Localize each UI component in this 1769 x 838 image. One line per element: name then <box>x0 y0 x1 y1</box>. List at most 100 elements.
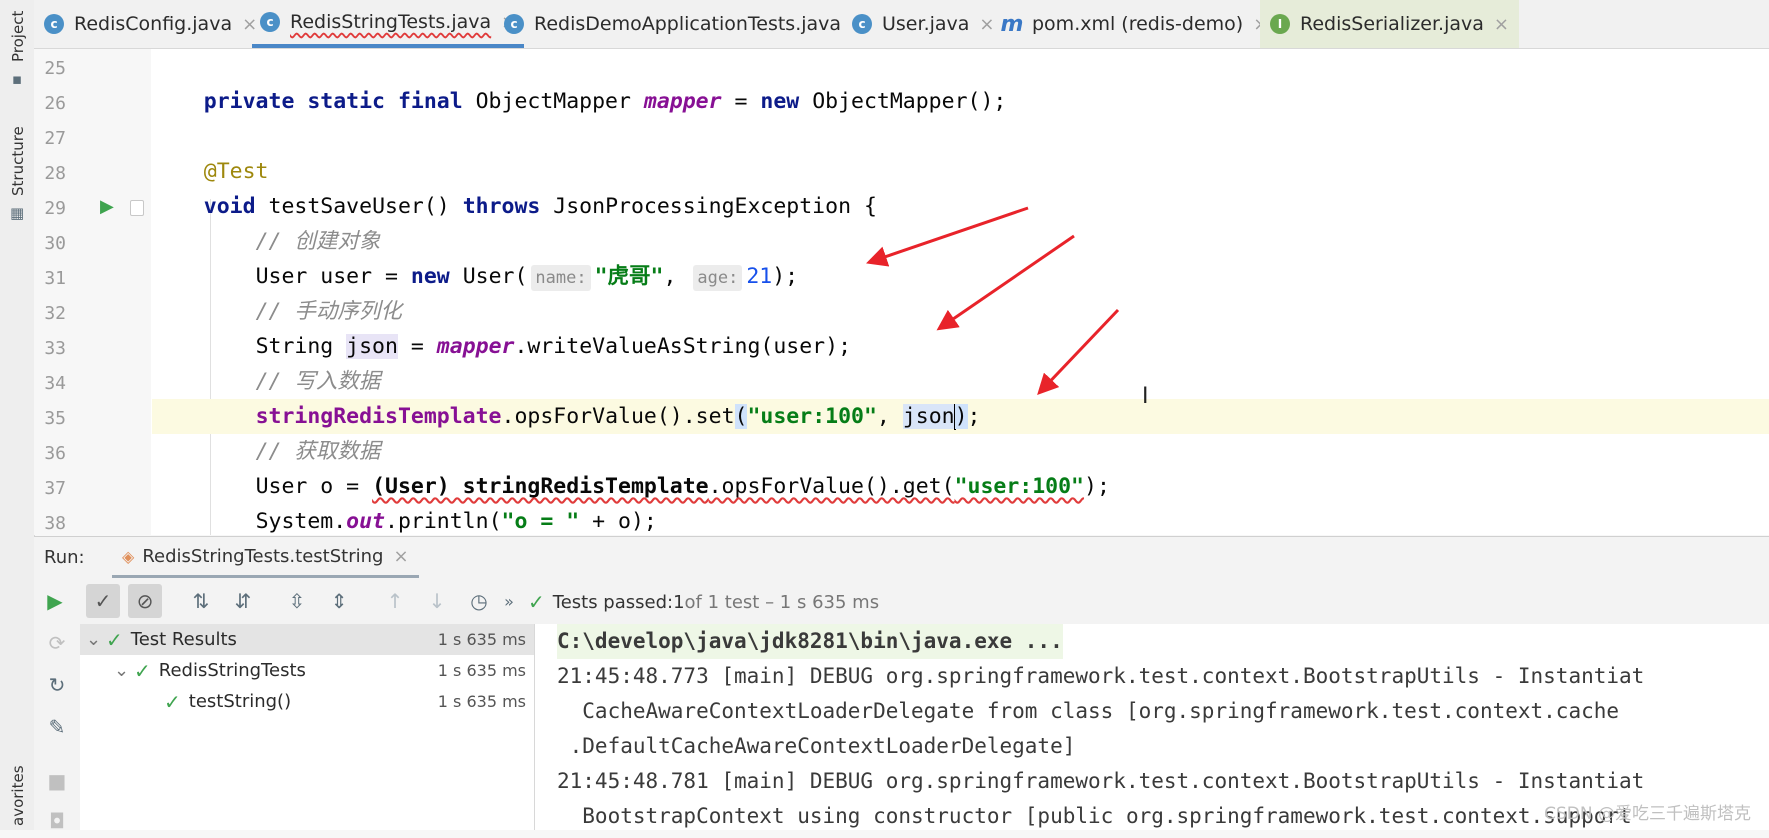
sort-alphabetically-icon[interactable]: ⇅ <box>184 584 218 618</box>
stop-icon[interactable]: ■ <box>40 764 74 798</box>
code-line-28: @Test <box>203 159 269 184</box>
test-class-icon: c <box>504 14 524 34</box>
settings-wrench-icon[interactable]: ✎ <box>40 710 74 744</box>
parameter-hint: name: <box>531 265 591 291</box>
test-run-icon: ◈ <box>122 546 135 566</box>
chevron-down-icon[interactable]: ⌄ <box>114 660 134 681</box>
code-line-37: User o = (User) stringRedisTemplate.opsF… <box>255 474 1110 499</box>
tab-user[interactable]: c User.java × <box>852 0 995 48</box>
code-line-32: // 手动序列化 <box>255 299 402 324</box>
class-icon: c <box>852 14 872 34</box>
code-line-34: // 写入数据 <box>255 369 381 394</box>
run-side-toolbar: ⟳ ↻ ✎ ■ ◘ <box>34 624 80 833</box>
console-line: BootstrapContext using constructor [publ… <box>557 804 1632 828</box>
editor-tab-bar: c RedisConfig.java × c RedisStringTests.… <box>34 0 1769 49</box>
close-icon[interactable]: × <box>393 546 408 567</box>
expand-all-icon[interactable]: ⇳ <box>280 584 314 618</box>
console-line: 21:45:48.781 [main] DEBUG org.springfram… <box>557 769 1645 793</box>
console-line: .DefaultCacheAwareContextLoaderDelegate] <box>557 734 1076 758</box>
tab-redis-serializer[interactable]: I RedisSerializer.java × <box>1260 0 1519 48</box>
structure-tool-label[interactable]: Structure <box>9 126 27 196</box>
close-icon[interactable]: × <box>979 14 994 35</box>
console-output[interactable]: C:\develop\java\jdk8281\bin\java.exe ...… <box>535 624 1769 830</box>
test-results-tree: ⌄ ✓ Test Results 1 s 635 ms ⌄ ✓ RedisStr… <box>80 624 535 830</box>
tab-label: RedisDemoApplicationTests.java <box>534 13 842 35</box>
line-number: 30 <box>44 233 66 254</box>
code-line-31: User user = new User(name: "虎哥", age: 21); <box>255 264 799 291</box>
watermark: CSDN @爱吃三千遍斯塔克 <box>1544 804 1751 824</box>
tab-label: pom.xml (redis-demo) <box>1032 13 1244 35</box>
tab-pom-xml[interactable]: m pom.xml (redis-demo) × <box>1000 0 1269 48</box>
line-number: 27 <box>44 128 66 149</box>
run-label: Run: <box>44 547 85 568</box>
code-line-36: // 获取数据 <box>255 439 381 464</box>
tree-row-test-string[interactable]: ✓ testString() 1 s 635 ms <box>80 686 534 717</box>
show-passed-icon[interactable]: ✓ <box>86 584 120 618</box>
check-icon: ✓ <box>528 590 545 614</box>
debug-rerun-icon[interactable]: ⟳ <box>40 626 74 660</box>
check-icon: ✓ <box>134 658 151 683</box>
line-number: 38 <box>44 513 66 534</box>
tab-label: User.java <box>882 13 970 35</box>
close-icon[interactable]: × <box>1494 14 1509 35</box>
line-number: 37 <box>44 478 66 499</box>
favorites-tool-label[interactable]: avorites <box>9 765 27 826</box>
line-number: 28 <box>44 163 66 184</box>
fold-icon[interactable] <box>130 200 144 216</box>
line-number: 25 <box>44 58 66 79</box>
code-line-33: String json = mapper.writeValueAsString(… <box>255 334 852 359</box>
tab-label: RedisStringTests.java <box>290 11 492 33</box>
tab-redis-config[interactable]: c RedisConfig.java × <box>44 0 257 48</box>
tab-label: RedisSerializer.java <box>1300 13 1484 35</box>
mouse-ibeam-cursor: I <box>1142 384 1149 409</box>
next-failed-icon[interactable]: ↓ <box>420 584 454 618</box>
line-number: 34 <box>44 373 66 394</box>
test-class-icon: c <box>260 12 280 32</box>
line-number: 36 <box>44 443 66 464</box>
tree-row-redis-string-tests[interactable]: ⌄ ✓ RedisStringTests 1 s 635 ms <box>80 655 534 686</box>
chevron-down-icon[interactable]: ⌄ <box>86 629 106 650</box>
check-icon: ✓ <box>164 689 181 714</box>
class-icon: c <box>44 14 64 34</box>
code-line-26: private static final ObjectMapper mapper… <box>203 89 1007 114</box>
code-editor[interactable]: 25 26 27 28 29 30 31 32 33 34 35 36 37 3… <box>34 49 1769 535</box>
camera-icon[interactable]: ◘ <box>40 804 74 838</box>
line-number: 26 <box>44 93 66 114</box>
run-test-gutter-icon[interactable]: ▶ <box>100 196 114 217</box>
previous-failed-icon[interactable]: ↑ <box>378 584 412 618</box>
show-ignored-icon[interactable]: ⊘ <box>128 584 162 618</box>
rerun-icon[interactable]: ▶ <box>38 584 72 618</box>
sort-by-duration-icon[interactable]: ⇵ <box>226 584 260 618</box>
tree-row-test-results[interactable]: ⌄ ✓ Test Results 1 s 635 ms <box>80 624 534 655</box>
line-number: 32 <box>44 303 66 324</box>
run-panel-header: Run: ◈ RedisStringTests.testString × <box>34 536 1769 579</box>
tab-redis-string-tests[interactable]: c RedisStringTests.java × <box>252 0 525 48</box>
toggle-auto-test-icon[interactable]: ↻ <box>40 668 74 702</box>
folder-icon[interactable]: ▪ <box>10 72 24 87</box>
console-line: CacheAwareContextLoaderDelegate from cla… <box>557 699 1620 723</box>
collapse-all-icon[interactable]: ⇕ <box>322 584 356 618</box>
run-toolbar: ▶ ✓ ⊘ ⇅ ⇵ ⇳ ⇕ ↑ ↓ ◷ » ✓ Tests passed: 1 … <box>34 578 1769 624</box>
editor-gutter: 25 26 27 28 29 30 31 32 33 34 35 36 37 3… <box>34 49 151 535</box>
left-tool-strip: Project ▪ Structure ▦ avorites <box>0 0 35 830</box>
console-line: C:\develop\java\jdk8281\bin\java.exe ... <box>557 624 1063 659</box>
test-status: ✓ Tests passed: 1 of 1 test – 1 s 635 ms <box>528 590 880 614</box>
code-line-35: stringRedisTemplate.opsForValue().set("u… <box>152 399 1769 434</box>
code-line-38: System.out.println("o = " + o); <box>255 509 657 534</box>
console-line: 21:45:48.773 [main] DEBUG org.springfram… <box>557 664 1645 688</box>
run-config-tab[interactable]: ◈ RedisStringTests.testString × <box>112 537 419 579</box>
more-icon[interactable]: » <box>500 584 518 618</box>
run-tab-label: RedisStringTests.testString <box>142 545 384 567</box>
maven-icon: m <box>1000 11 1024 37</box>
structure-icon[interactable]: ▦ <box>10 206 24 221</box>
line-number: 33 <box>44 338 66 359</box>
code-line-30: // 创建对象 <box>255 229 381 254</box>
code-line-29: void testSaveUser() throws JsonProcessin… <box>203 194 877 219</box>
line-number: 29 <box>44 198 66 219</box>
project-tool-label[interactable]: Project <box>9 11 27 62</box>
tab-redis-demo-application-tests[interactable]: c RedisDemoApplicationTests.java × <box>504 0 866 48</box>
check-icon: ✓ <box>106 627 123 652</box>
test-history-icon[interactable]: ◷ <box>462 584 496 618</box>
parameter-hint: age: <box>693 265 743 291</box>
